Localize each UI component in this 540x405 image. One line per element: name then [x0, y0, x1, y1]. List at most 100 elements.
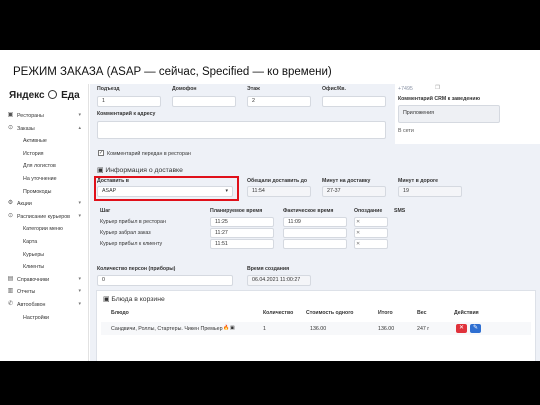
slide: РЕЖИМ ЗАКАЗА (ASAP — сейчас, Specified —…: [0, 50, 540, 361]
steps-header-sms: SMS: [394, 208, 406, 214]
sidebar-item[interactable]: История: [0, 148, 89, 160]
intercom-input[interactable]: [172, 96, 236, 107]
persons-label: Количество персон (приборы): [97, 266, 176, 272]
sidebar-item-label: Автообзвон: [17, 302, 46, 308]
sidebar-item[interactable]: ✆ Автообзвон ▾: [0, 299, 89, 311]
sidebar-item[interactable]: ▥ Отчеты ▾: [0, 286, 89, 298]
order-details-panel: Подъезд 1 Домофон Этаж 2 Офис/Кв. +7495 …: [90, 84, 540, 361]
sidebar-item-icon: ⊙: [7, 124, 14, 131]
address-comment-label: Комментарий к адресу: [97, 111, 156, 117]
edit-button[interactable]: ✎: [470, 324, 481, 333]
logo: Яндекс Еда: [9, 90, 80, 101]
steps-cell-planned[interactable]: 11:51: [210, 239, 274, 249]
sidebar-item[interactable]: ▤ Справочники ▾: [0, 274, 89, 286]
steps-cell-step: Курьер прибыл в ресторан: [100, 219, 166, 225]
delete-button[interactable]: ✕: [456, 324, 467, 333]
cart-cell-qty: 1: [263, 326, 266, 332]
clear-icon[interactable]: ✕: [356, 230, 360, 236]
steps-cell-actual[interactable]: 11:09: [283, 217, 347, 227]
sidebar-item-icon: ⚙: [7, 200, 14, 207]
entrance-input[interactable]: 1: [97, 96, 161, 107]
comment-passed-checkbox[interactable]: ✓: [98, 150, 104, 156]
sidebar-item-label: Для логистов: [23, 163, 56, 170]
sidebar-item[interactable]: Для логистов: [0, 160, 89, 172]
sidebar-item-icon: ✆: [7, 301, 14, 307]
steps-cell-planned[interactable]: 11:27: [210, 228, 274, 238]
logo-brand: Яндекс: [9, 90, 45, 101]
sidebar-item[interactable]: Курьеры: [0, 249, 89, 261]
chevron-icon: ▾: [78, 301, 81, 307]
clear-icon[interactable]: ✕: [356, 219, 360, 225]
copy-icon[interactable]: ❐: [435, 85, 440, 91]
chevron-icon: ▾: [78, 275, 81, 282]
sidebar-item-label: Отчеты: [17, 289, 36, 296]
cart-cell-dish: Сандвичи, Роллы, Стартеры. Чикен Премьер: [111, 326, 223, 332]
crm-comment-field[interactable]: Приложения: [398, 105, 500, 123]
sidebar-item[interactable]: На уточнение: [0, 173, 89, 185]
created-field: 06.04.2021 11:00:27: [247, 275, 311, 286]
sidebar-item-label: Карта: [23, 239, 38, 245]
slide-title: РЕЖИМ ЗАКАЗА (ASAP — сейчас, Specified —…: [13, 66, 332, 78]
image-icon[interactable]: ▣: [230, 325, 235, 331]
delivery-info-icon: ▣: [97, 167, 104, 174]
sidebar-item[interactable]: ⚙ Акции ▾: [0, 198, 89, 210]
persons-input[interactable]: 0: [97, 275, 233, 286]
crm-comment-label: Комментарий CRM к заведению: [398, 96, 480, 102]
cart-header-weight: Вес: [417, 310, 427, 316]
sidebar-item[interactable]: ⊙ Расписание курьеров ▾: [0, 211, 89, 223]
sidebar-item-icon: ▥: [7, 288, 14, 295]
sidebar-item[interactable]: Клиенты: [0, 261, 89, 273]
sidebar-item[interactable]: Категории меню: [0, 223, 89, 235]
minutes-label: Минут на доставку: [322, 178, 371, 184]
sidebar-item-label: Промокоды: [23, 188, 52, 195]
admin-app-screenshot: Яндекс Еда ▣ Рестораны ▾ ⊙ Заказы ▴ Активные Ис…: [0, 84, 540, 361]
steps-cell-actual[interactable]: [283, 239, 347, 249]
office-label: Офис/Кв.: [322, 86, 346, 92]
floor-input[interactable]: 2: [247, 96, 311, 107]
created-label: Время создания: [247, 266, 290, 272]
sidebar-item[interactable]: Карта: [0, 236, 89, 248]
chevron-icon: ▾: [78, 200, 81, 207]
promised-field: 11:54: [247, 186, 311, 197]
cart-header-actions: Действия: [454, 310, 479, 316]
sidebar-item-label: Настройки: [23, 314, 49, 321]
cart-header-price: Стоимость одного: [306, 310, 354, 316]
sidebar-item[interactable]: Активные: [0, 135, 89, 147]
cart-cell-total: 136.00: [378, 326, 395, 332]
sidebar-item[interactable]: ⊙ Заказы ▴: [0, 123, 89, 135]
chevron-icon: ▾: [78, 112, 81, 118]
road-label: Минут в дороге: [398, 178, 439, 184]
sidebar-item[interactable]: Промокоды: [0, 186, 89, 198]
sidebar: Яндекс Еда ▣ Рестораны ▾ ⊙ Заказы ▴ Активные Ис…: [0, 84, 89, 361]
sidebar-item-label: Клиенты: [23, 264, 45, 271]
sidebar-item[interactable]: Настройки: [0, 312, 89, 324]
right-info-column: +7495 ❐ Комментарий CRM к заведению Прил…: [395, 84, 540, 144]
sidebar-item[interactable]: ▣ Рестораны ▾: [0, 110, 89, 122]
phone-text: +7495: [398, 86, 413, 92]
cart-cell-weight: 247 г: [417, 326, 430, 332]
intercom-label: Домофон: [172, 86, 197, 92]
sidebar-item-label: Акции: [17, 201, 32, 208]
sidebar-item-label: История: [23, 150, 44, 157]
sidebar-item-label: Активные: [23, 138, 47, 145]
cart-header-qty: Количество: [263, 310, 294, 316]
steps-cell-planned[interactable]: 11:25: [210, 217, 274, 227]
clear-icon[interactable]: ✕: [356, 241, 360, 247]
sidebar-item-label: Справочники: [17, 276, 50, 283]
steps-cell-step: Курьер прибыл к клиенту: [100, 241, 163, 247]
cart-header-total: Итого: [378, 310, 393, 316]
chevron-icon: ▴: [78, 124, 81, 131]
cart-cell-price: 136.00: [310, 326, 327, 332]
chevron-icon: ▾: [78, 288, 81, 295]
sidebar-item-label: На уточнение: [23, 176, 57, 182]
steps-cell-actual[interactable]: [283, 228, 347, 238]
sidebar-item-icon: ▣: [7, 112, 14, 118]
office-input[interactable]: [322, 96, 386, 107]
address-comment-textarea[interactable]: [97, 121, 386, 139]
comment-passed-label: Комментарий передан в ресторан: [107, 151, 191, 157]
road-field: 19: [398, 186, 462, 197]
sidebar-item-label: Заказы: [17, 125, 35, 132]
cart-section: ▣ Блюда в корзине Блюдо Количество Стоим…: [96, 290, 536, 361]
steps-cell-step: Курьер забрал заказ: [100, 230, 151, 236]
cart-title: ▣ Блюда в корзине: [103, 296, 165, 303]
